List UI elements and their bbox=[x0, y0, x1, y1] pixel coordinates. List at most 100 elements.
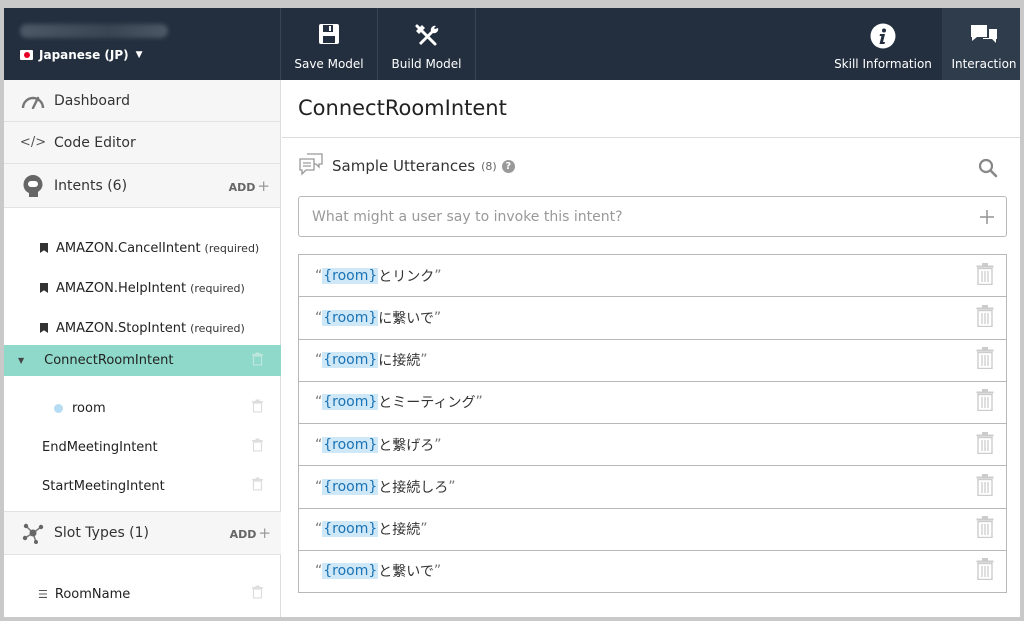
slot-token[interactable]: {room} bbox=[322, 563, 379, 580]
add-utterance-plus-icon[interactable] bbox=[979, 209, 995, 229]
slot-token[interactable]: {room} bbox=[322, 478, 379, 495]
code-editor-label: Code Editor bbox=[54, 134, 136, 151]
slot-name: room bbox=[72, 400, 106, 416]
open-quote: “ bbox=[315, 352, 323, 369]
utterance-row[interactable]: “{room} に接続” bbox=[299, 340, 1006, 382]
locale-label: Japanese (JP) bbox=[39, 48, 129, 62]
slot-token[interactable]: {room} bbox=[322, 436, 379, 453]
build-model-button[interactable]: Build Model bbox=[378, 8, 476, 80]
chat-bubbles-icon bbox=[969, 23, 999, 50]
utterance-row[interactable]: “{room} と接続しろ” bbox=[299, 466, 1006, 509]
slot-type-name: RoomName bbox=[54, 586, 131, 602]
slot-token[interactable]: {room} bbox=[322, 521, 379, 538]
required-tag: (required) bbox=[190, 281, 245, 295]
caret-down-icon: ▼ bbox=[135, 50, 143, 60]
close-quote: ” bbox=[433, 563, 442, 580]
delete-slot-type-icon[interactable] bbox=[252, 585, 263, 603]
intent-item-end-meeting[interactable]: EndMeetingIntent bbox=[4, 427, 281, 467]
intent-item-help[interactable]: AMAZON.HelpIntent (required) bbox=[4, 268, 281, 308]
utterance-row[interactable]: “{room} と繋げろ” bbox=[299, 424, 1006, 467]
top-bar: Japanese (JP) ▼ Save Model Build Model S… bbox=[4, 8, 1020, 80]
interaction-button[interactable]: Interaction bbox=[942, 8, 1020, 80]
sidebar-item-dashboard[interactable]: Dashboard bbox=[4, 80, 280, 122]
intent-item-stop[interactable]: AMAZON.StopIntent (required) bbox=[4, 308, 281, 348]
slot-token[interactable]: {room} bbox=[322, 267, 379, 284]
utterance-text: に接続 bbox=[378, 353, 421, 370]
close-quote: ” bbox=[475, 394, 483, 411]
search-icon[interactable] bbox=[978, 158, 998, 182]
speech-bubbles-icon bbox=[298, 152, 324, 180]
add-slot-type-button[interactable]: ADD + bbox=[230, 524, 271, 542]
save-model-button[interactable]: Save Model bbox=[281, 8, 378, 80]
bookmark-icon bbox=[40, 323, 48, 333]
utterance-row[interactable]: “{room} とミーティング” bbox=[299, 382, 1006, 424]
slot-token[interactable]: {room} bbox=[322, 309, 379, 326]
utterance-text: と接続しろ bbox=[378, 479, 449, 496]
slot-dot-icon bbox=[54, 403, 63, 413]
slot-item-room[interactable]: room bbox=[4, 388, 281, 428]
trash-icon[interactable] bbox=[976, 431, 994, 458]
delete-slot-icon[interactable] bbox=[252, 399, 263, 417]
open-quote: “ bbox=[315, 309, 323, 326]
utterance-row[interactable]: “{room} と接続” bbox=[299, 509, 1006, 551]
utterance-count: (8) bbox=[481, 159, 497, 173]
open-quote: “ bbox=[315, 563, 323, 580]
slot-token[interactable]: {room} bbox=[322, 352, 379, 369]
trash-icon[interactable] bbox=[976, 473, 994, 500]
delete-intent-icon[interactable] bbox=[252, 352, 263, 369]
network-nodes-icon bbox=[20, 522, 46, 544]
add-intent-label: ADD bbox=[228, 180, 256, 194]
locale-selector[interactable]: Japanese (JP) ▼ bbox=[20, 48, 143, 62]
intent-name: ConnectRoomIntent bbox=[44, 353, 174, 368]
utterance-list: “{room} とリンク” “{room} に繋いで” “{room} に接続” “{… bbox=[298, 254, 1007, 593]
trash-icon[interactable] bbox=[976, 389, 994, 415]
close-quote: ” bbox=[420, 521, 428, 538]
code-icon: </> bbox=[19, 135, 47, 150]
sidebar-section-slot-types[interactable]: Slot Types (1) ADD + bbox=[4, 511, 281, 555]
trash-icon[interactable] bbox=[976, 516, 994, 542]
dashboard-label: Dashboard bbox=[54, 92, 130, 109]
intent-item-connect-room[interactable]: ▼ ConnectRoomIntent bbox=[4, 345, 281, 376]
blurred-account-name bbox=[20, 24, 168, 38]
plus-icon: + bbox=[257, 176, 270, 195]
bookmark-icon bbox=[40, 283, 48, 293]
delete-intent-icon[interactable] bbox=[252, 438, 263, 456]
trash-icon[interactable] bbox=[976, 304, 994, 331]
app-window: Japanese (JP) ▼ Save Model Build Model S… bbox=[4, 8, 1020, 617]
japan-flag-icon bbox=[20, 50, 33, 60]
trash-icon[interactable] bbox=[976, 558, 994, 584]
add-intent-button[interactable]: ADD + bbox=[229, 177, 270, 195]
open-quote: “ bbox=[315, 478, 323, 495]
sample-utterances-header: Sample Utterances (8) ? bbox=[298, 152, 515, 180]
intents-label: Intents (6) bbox=[54, 177, 128, 194]
sidebar-item-code-editor[interactable]: </> Code Editor bbox=[4, 122, 280, 164]
sidebar: Dashboard </> Code Editor Intents (6) AD… bbox=[4, 80, 281, 617]
utterance-row[interactable]: “{room} とリンク” bbox=[299, 255, 1006, 298]
utterance-row[interactable]: “{room} と繋いで” bbox=[299, 551, 1006, 593]
intent-item-cancel[interactable]: AMAZON.CancelIntent (required) bbox=[4, 228, 281, 268]
divider bbox=[282, 137, 1020, 138]
trash-icon[interactable] bbox=[976, 262, 994, 289]
utterance-input-box bbox=[298, 196, 1007, 237]
delete-intent-icon[interactable] bbox=[252, 477, 263, 495]
required-tag: (required) bbox=[204, 241, 260, 255]
close-quote: ” bbox=[433, 309, 442, 326]
help-icon[interactable]: ? bbox=[501, 159, 515, 173]
floppy-disk-icon bbox=[318, 23, 340, 48]
utterance-text: とミーティング bbox=[378, 395, 476, 412]
sidebar-section-intents[interactable]: Intents (6) ADD + bbox=[4, 164, 280, 208]
intent-item-start-meeting[interactable]: StartMeetingIntent bbox=[4, 466, 281, 506]
slot-type-item-roomname[interactable]: ☰ RoomName bbox=[4, 574, 281, 614]
close-quote: ” bbox=[448, 478, 456, 495]
gauge-icon bbox=[20, 93, 46, 109]
intent-name: EndMeetingIntent bbox=[42, 439, 158, 455]
required-tag: (required) bbox=[190, 321, 245, 335]
skill-information-button[interactable]: Skill Information bbox=[824, 8, 942, 80]
triangle-down-icon[interactable]: ▼ bbox=[18, 356, 24, 365]
utterance-row[interactable]: “{room} に繋いで” bbox=[299, 297, 1006, 340]
utterance-input[interactable] bbox=[312, 208, 952, 225]
slot-token[interactable]: {room} bbox=[322, 394, 379, 411]
open-quote: “ bbox=[315, 394, 323, 411]
trash-icon[interactable] bbox=[976, 347, 994, 373]
open-quote: “ bbox=[315, 267, 323, 284]
